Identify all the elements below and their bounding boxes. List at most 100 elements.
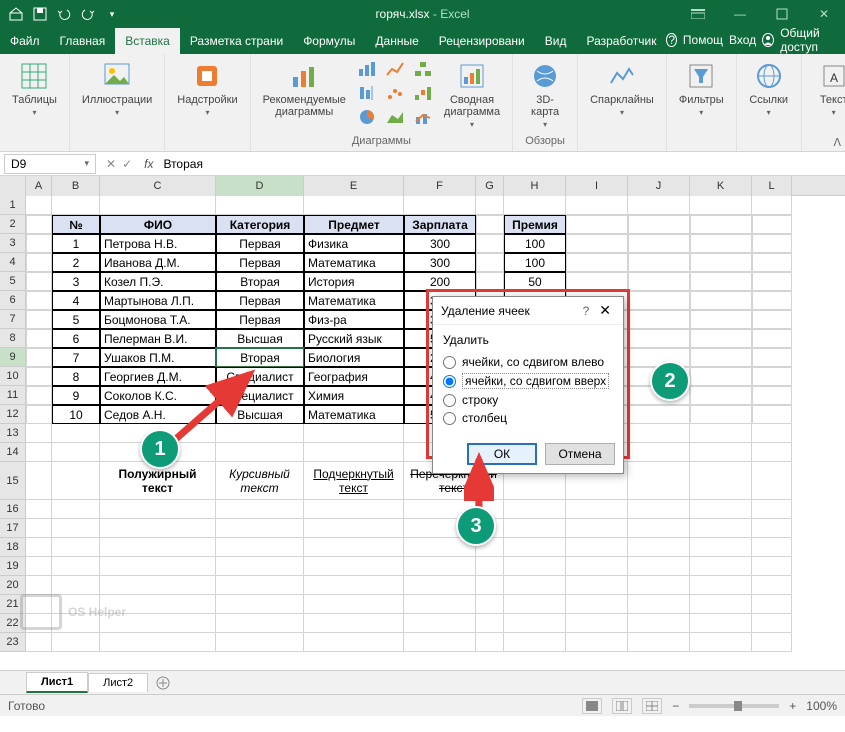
zoom-level[interactable]: 100% bbox=[806, 699, 837, 713]
zoom-out-button[interactable]: − bbox=[672, 699, 679, 713]
row-header[interactable]: 5 bbox=[0, 272, 26, 291]
row-header[interactable]: 14 bbox=[0, 443, 26, 462]
cell[interactable] bbox=[304, 633, 404, 652]
page-break-view-icon[interactable] bbox=[642, 698, 662, 714]
table-cell[interactable]: Русский язык bbox=[304, 329, 404, 348]
cell[interactable] bbox=[100, 500, 216, 519]
table-cell[interactable]: 8 bbox=[52, 367, 100, 386]
cell[interactable] bbox=[690, 633, 752, 652]
table-cell[interactable]: Первая bbox=[216, 234, 304, 253]
cell[interactable] bbox=[752, 633, 792, 652]
tab-file[interactable]: Файл bbox=[0, 28, 50, 54]
cell[interactable] bbox=[100, 519, 216, 538]
cell[interactable] bbox=[566, 500, 628, 519]
cell[interactable] bbox=[690, 538, 752, 557]
statistic-chart-icon[interactable] bbox=[354, 82, 380, 104]
minimize-button[interactable]: — bbox=[719, 0, 761, 28]
ribbon-options-icon[interactable] bbox=[677, 0, 719, 28]
table-cell[interactable]: Физ-ра bbox=[304, 310, 404, 329]
col-header-I[interactable]: I bbox=[566, 176, 628, 196]
table-cell[interactable]: 6 bbox=[52, 329, 100, 348]
cell[interactable] bbox=[304, 443, 404, 462]
cell[interactable] bbox=[504, 500, 566, 519]
cell[interactable] bbox=[26, 443, 52, 462]
cell[interactable] bbox=[628, 424, 690, 443]
table-cell[interactable]: 10 bbox=[52, 405, 100, 424]
cell[interactable] bbox=[690, 576, 752, 595]
table-cell[interactable]: Биология bbox=[304, 348, 404, 367]
cell[interactable] bbox=[26, 576, 52, 595]
cell[interactable] bbox=[404, 557, 476, 576]
col-header-L[interactable]: L bbox=[752, 176, 792, 196]
login-label[interactable]: Вход bbox=[729, 33, 756, 47]
table-header[interactable]: ФИО bbox=[100, 215, 216, 234]
save-icon[interactable] bbox=[32, 6, 48, 22]
recommended-charts-button[interactable]: Рекомендуемые диаграммы bbox=[259, 58, 350, 120]
cell[interactable] bbox=[752, 519, 792, 538]
cancel-formula-icon[interactable]: ✕ bbox=[106, 157, 116, 171]
cell[interactable] bbox=[566, 576, 628, 595]
zoom-slider[interactable] bbox=[689, 704, 779, 708]
formula-input[interactable] bbox=[159, 154, 845, 174]
row-header[interactable]: 13 bbox=[0, 424, 26, 443]
cell[interactable] bbox=[26, 519, 52, 538]
cell[interactable] bbox=[690, 424, 752, 443]
styled-text-cell[interactable] bbox=[52, 462, 100, 500]
cell[interactable] bbox=[628, 500, 690, 519]
cell[interactable] bbox=[752, 443, 792, 462]
table-header[interactable]: № bbox=[52, 215, 100, 234]
table-header[interactable]: Категория bbox=[216, 215, 304, 234]
row-header[interactable]: 4 bbox=[0, 253, 26, 272]
col-header-K[interactable]: K bbox=[690, 176, 752, 196]
cell[interactable] bbox=[504, 557, 566, 576]
cell[interactable] bbox=[690, 557, 752, 576]
cell[interactable] bbox=[752, 614, 792, 633]
worksheet-grid[interactable]: ABCDEFGHIJKL 12№ФИОКатегорияПредметЗарпл… bbox=[0, 176, 845, 670]
cell[interactable] bbox=[404, 595, 476, 614]
row-header[interactable]: 12 bbox=[0, 405, 26, 424]
sheet-tab-2[interactable]: Лист2 bbox=[88, 673, 148, 692]
cell[interactable] bbox=[216, 538, 304, 557]
table-cell[interactable]: Физика bbox=[304, 234, 404, 253]
cell[interactable] bbox=[476, 196, 504, 215]
cell[interactable] bbox=[304, 500, 404, 519]
row-header[interactable]: 8 bbox=[0, 329, 26, 348]
styled-text-cell[interactable]: Подчеркнутый текст bbox=[304, 462, 404, 500]
cell[interactable] bbox=[690, 443, 752, 462]
cell[interactable] bbox=[504, 633, 566, 652]
cell[interactable] bbox=[26, 557, 52, 576]
cell[interactable] bbox=[476, 633, 504, 652]
cell[interactable] bbox=[476, 576, 504, 595]
cell[interactable] bbox=[504, 576, 566, 595]
col-header-G[interactable]: G bbox=[476, 176, 504, 196]
help-icon[interactable]: ? bbox=[666, 33, 676, 47]
qat-customize-icon[interactable]: ▾ bbox=[104, 6, 120, 22]
cell[interactable] bbox=[100, 633, 216, 652]
addins-button[interactable]: Надстройки▾ bbox=[173, 58, 241, 119]
table-cell[interactable]: Математика bbox=[304, 405, 404, 424]
table-cell[interactable]: 200 bbox=[404, 272, 476, 291]
cell[interactable] bbox=[216, 595, 304, 614]
table-cell[interactable]: 9 bbox=[52, 386, 100, 405]
row-header[interactable]: 9 bbox=[0, 348, 26, 367]
name-box[interactable]: D9▾ bbox=[4, 154, 96, 174]
table-cell[interactable]: Первая bbox=[216, 291, 304, 310]
page-layout-view-icon[interactable] bbox=[612, 698, 632, 714]
table-cell[interactable]: Высшая bbox=[216, 329, 304, 348]
col-header-C[interactable]: C bbox=[100, 176, 216, 196]
cell[interactable] bbox=[690, 196, 752, 215]
cell[interactable] bbox=[52, 576, 100, 595]
tables-button[interactable]: Таблицы▾ bbox=[8, 58, 61, 119]
cell[interactable] bbox=[566, 557, 628, 576]
col-header-J[interactable]: J bbox=[628, 176, 690, 196]
row-header[interactable]: 20 bbox=[0, 576, 26, 595]
tab-layout[interactable]: Разметка страни bbox=[180, 28, 293, 54]
cancel-button[interactable]: Отмена bbox=[545, 443, 615, 465]
cell[interactable] bbox=[26, 614, 52, 633]
row-header[interactable]: 11 bbox=[0, 386, 26, 405]
tab-data[interactable]: Данные bbox=[365, 28, 428, 54]
cell[interactable] bbox=[752, 424, 792, 443]
cell[interactable] bbox=[504, 196, 566, 215]
add-sheet-button[interactable] bbox=[148, 673, 178, 693]
tab-home[interactable]: Главная bbox=[50, 28, 116, 54]
